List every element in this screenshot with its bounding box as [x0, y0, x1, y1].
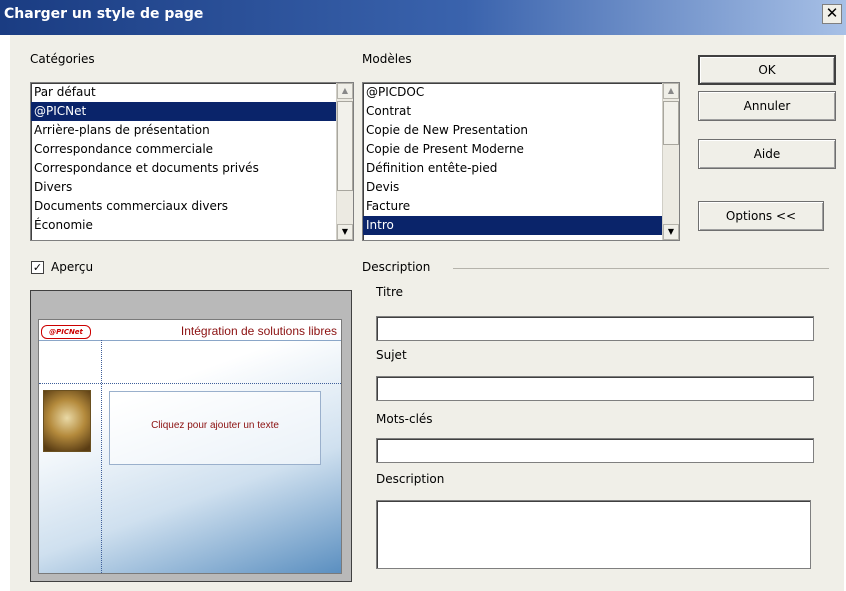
- scroll-up-arrow-icon[interactable]: ▲: [337, 83, 353, 99]
- category-item[interactable]: Économie: [31, 216, 353, 235]
- slide-globe-image: [43, 390, 91, 452]
- template-item[interactable]: Facture: [363, 197, 679, 216]
- templates-listbox[interactable]: @PICDOC Contrat Copie de New Presentatio…: [362, 82, 680, 241]
- template-item[interactable]: Copie de New Presentation: [363, 121, 679, 140]
- help-button[interactable]: Aide: [698, 139, 836, 169]
- templates-label: Modèles: [362, 52, 412, 66]
- preview-frame: @PICNet Intégration de solutions libres …: [30, 290, 352, 582]
- slide-brand-logo: @PICNet: [41, 325, 91, 339]
- subject-label: Sujet: [376, 348, 407, 362]
- category-item[interactable]: Documents commerciaux divers: [31, 197, 353, 216]
- scroll-down-arrow-icon[interactable]: ▼: [337, 224, 353, 240]
- slide-guide-vertical: [101, 340, 102, 573]
- scroll-thumb[interactable]: [663, 101, 679, 145]
- close-icon: ✕: [825, 4, 839, 22]
- title-field[interactable]: [376, 316, 814, 341]
- description-group-line: [453, 268, 829, 269]
- slide-text-placeholder: Cliquez pour ajouter un texte: [109, 391, 321, 465]
- title-label: Titre: [376, 285, 404, 299]
- ok-button[interactable]: OK: [698, 55, 836, 85]
- template-item[interactable]: Définition entête-pied: [363, 159, 679, 178]
- scroll-down-arrow-icon[interactable]: ▼: [663, 224, 679, 240]
- slide-preview: @PICNet Intégration de solutions libres …: [38, 319, 342, 574]
- category-item-selected[interactable]: @PICNet: [31, 102, 353, 121]
- categories-label: Catégories: [30, 52, 95, 66]
- category-item[interactable]: Divers: [31, 178, 353, 197]
- templates-items: @PICDOC Contrat Copie de New Presentatio…: [363, 83, 679, 235]
- template-item[interactable]: Copie de Present Moderne: [363, 140, 679, 159]
- description-field[interactable]: [376, 500, 811, 569]
- categories-items: Par défaut @PICNet Arrière-plans de prés…: [31, 83, 353, 235]
- dialog-body: Catégories Par défaut @PICNet Arrière-pl…: [10, 35, 844, 591]
- description-group-label: Description: [362, 260, 431, 274]
- title-bar: Charger un style de page ✕: [0, 0, 846, 35]
- slide-header-line: [39, 340, 341, 341]
- templates-scrollbar[interactable]: ▲ ▼: [662, 83, 679, 240]
- template-item[interactable]: Devis: [363, 178, 679, 197]
- checkmark-icon: ✓: [32, 261, 43, 274]
- keywords-label: Mots-clés: [376, 412, 433, 426]
- template-item[interactable]: Contrat: [363, 102, 679, 121]
- dialog-title: Charger un style de page: [4, 6, 204, 22]
- slide-guide-horizontal: [39, 383, 341, 384]
- preview-checkbox[interactable]: ✓: [31, 261, 44, 274]
- keywords-field[interactable]: [376, 438, 814, 463]
- close-button[interactable]: ✕: [822, 4, 842, 24]
- description-label: Description: [376, 472, 445, 486]
- slide-body-text: Cliquez pour ajouter un texte: [151, 420, 279, 431]
- template-item[interactable]: @PICDOC: [363, 83, 679, 102]
- categories-listbox[interactable]: Par défaut @PICNet Arrière-plans de prés…: [30, 82, 354, 241]
- scroll-up-arrow-icon[interactable]: ▲: [663, 83, 679, 99]
- categories-scrollbar[interactable]: ▲ ▼: [336, 83, 353, 240]
- cancel-button[interactable]: Annuler: [698, 91, 836, 121]
- subject-field[interactable]: [376, 376, 814, 401]
- category-item[interactable]: Correspondance commerciale: [31, 140, 353, 159]
- template-item-selected[interactable]: Intro: [363, 216, 679, 235]
- options-button[interactable]: Options <<: [698, 201, 824, 231]
- scroll-thumb[interactable]: [337, 101, 353, 191]
- category-item[interactable]: Par défaut: [31, 83, 353, 102]
- category-item[interactable]: Arrière-plans de présentation: [31, 121, 353, 140]
- category-item[interactable]: Correspondance et documents privés: [31, 159, 353, 178]
- slide-title: Intégration de solutions libres: [180, 324, 337, 338]
- preview-checkbox-label[interactable]: Aperçu: [51, 260, 93, 274]
